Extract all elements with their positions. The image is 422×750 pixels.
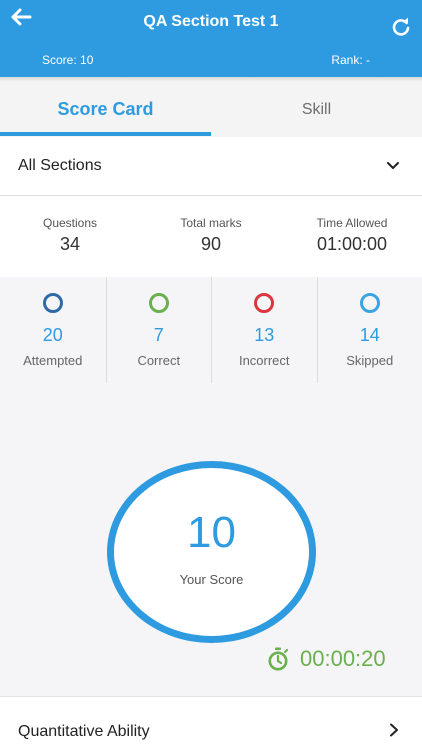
app-header: QA Section Test 1 Score: 10 Rank: - <box>0 0 422 77</box>
count-label: Skipped <box>346 353 394 368</box>
count-value: 20 <box>42 325 63 345</box>
chevron-right-icon <box>390 723 398 737</box>
count-correct: 7 Correct <box>105 277 212 383</box>
skipped-ring-icon <box>359 293 380 313</box>
rank-summary: Rank: - <box>331 53 370 67</box>
count-incorrect: 13 Incorrect <box>211 277 317 383</box>
count-skipped: 14 Skipped <box>316 277 422 383</box>
stat-label: Time Allowed <box>316 216 388 230</box>
section-dropdown[interactable]: All Sections <box>0 137 422 196</box>
count-value: 7 <box>153 325 164 345</box>
count-label: Correct <box>137 353 181 368</box>
time-taken: 00:00:20 <box>266 646 386 672</box>
refresh-button[interactable] <box>391 17 411 37</box>
attempted-ring-icon <box>42 293 63 313</box>
incorrect-ring-icon <box>254 293 275 313</box>
stat-questions: Questions 34 <box>0 216 140 255</box>
score-summary: Score: 10 <box>42 53 94 67</box>
refresh-icon <box>392 17 410 36</box>
score-caption: Your Score <box>179 572 244 587</box>
score-panel: 10 Your Score 00:00:20 <box>0 383 422 696</box>
stopwatch-icon <box>268 647 289 671</box>
stat-value: 90 <box>200 234 222 254</box>
stat-label: Total marks <box>180 216 242 230</box>
tab-score-card[interactable]: Score Card <box>0 82 211 137</box>
tab-skill[interactable]: Skill <box>211 82 422 137</box>
list-item-section[interactable]: Quantitative Ability <box>0 696 422 750</box>
active-tab-indicator <box>0 132 211 136</box>
test-stats: Questions 34 Total marks 90 Time Allowed… <box>0 196 422 276</box>
tab-bar: Score Card Skill <box>0 82 422 137</box>
section-name: Quantitative Ability <box>18 723 150 740</box>
stat-total-marks: Total marks 90 <box>141 216 281 255</box>
page-title: QA Section Test 1 <box>143 13 279 30</box>
stat-value: 34 <box>59 234 81 254</box>
count-attempted: 20 Attempted <box>0 277 106 383</box>
score-value: 10 <box>187 508 236 557</box>
count-value: 13 <box>254 325 275 345</box>
score-circle: 10 Your Score <box>107 461 316 643</box>
section-dropdown-value: All Sections <box>18 157 102 174</box>
stat-label: Questions <box>42 216 98 230</box>
answer-counts: 20 Attempted 7 Correct 13 Incorrect 14 S… <box>0 277 422 383</box>
count-value: 14 <box>359 325 380 345</box>
correct-ring-icon <box>148 293 169 313</box>
count-label: Incorrect <box>238 353 290 368</box>
chevron-down-icon <box>387 162 399 169</box>
stat-time-allowed: Time Allowed 01:00:00 <box>282 216 422 255</box>
count-label: Attempted <box>23 353 83 368</box>
time-taken-value: 00:00:20 <box>300 646 386 671</box>
stat-value: 01:00:00 <box>316 234 388 254</box>
